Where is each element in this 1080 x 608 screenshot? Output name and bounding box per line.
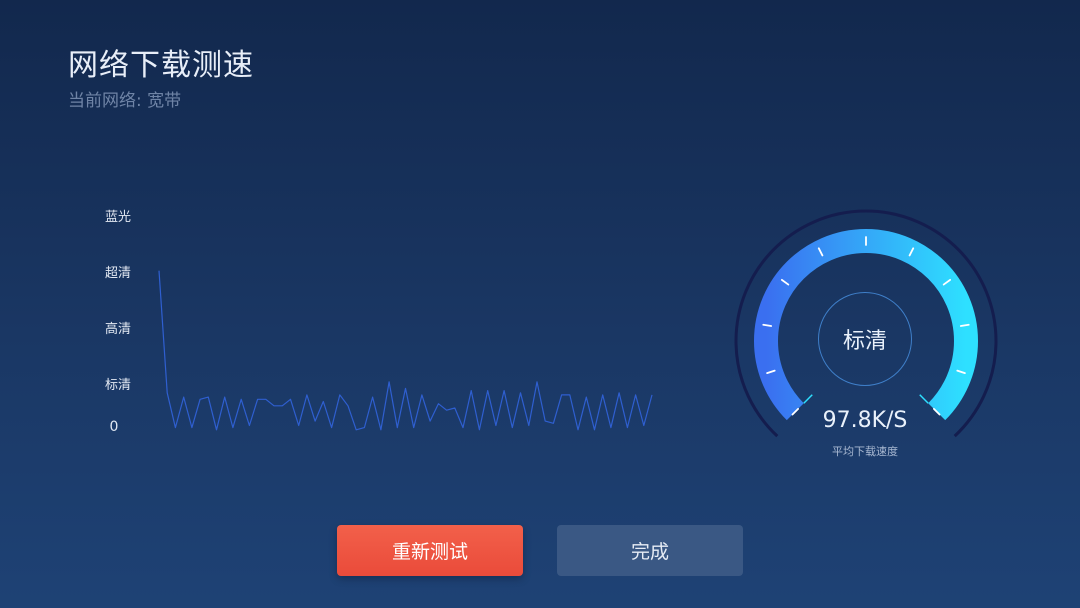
gauge-end-line	[919, 394, 929, 404]
gauge-end-lines	[803, 394, 929, 404]
done-button[interactable]: 完成	[557, 525, 743, 576]
quality-label: 标清	[842, 329, 887, 354]
retest-button[interactable]: 重新测试	[337, 525, 523, 576]
speed-series-line	[158, 270, 653, 431]
gauge-end-line	[803, 394, 813, 404]
quality-indicator: 标清	[818, 292, 912, 386]
average-speed-value: 97.8K/S	[822, 408, 908, 433]
gauge-tick	[762, 323, 773, 327]
average-speed-caption: 平均下载速度	[832, 445, 898, 458]
gauge-tick	[959, 323, 970, 327]
